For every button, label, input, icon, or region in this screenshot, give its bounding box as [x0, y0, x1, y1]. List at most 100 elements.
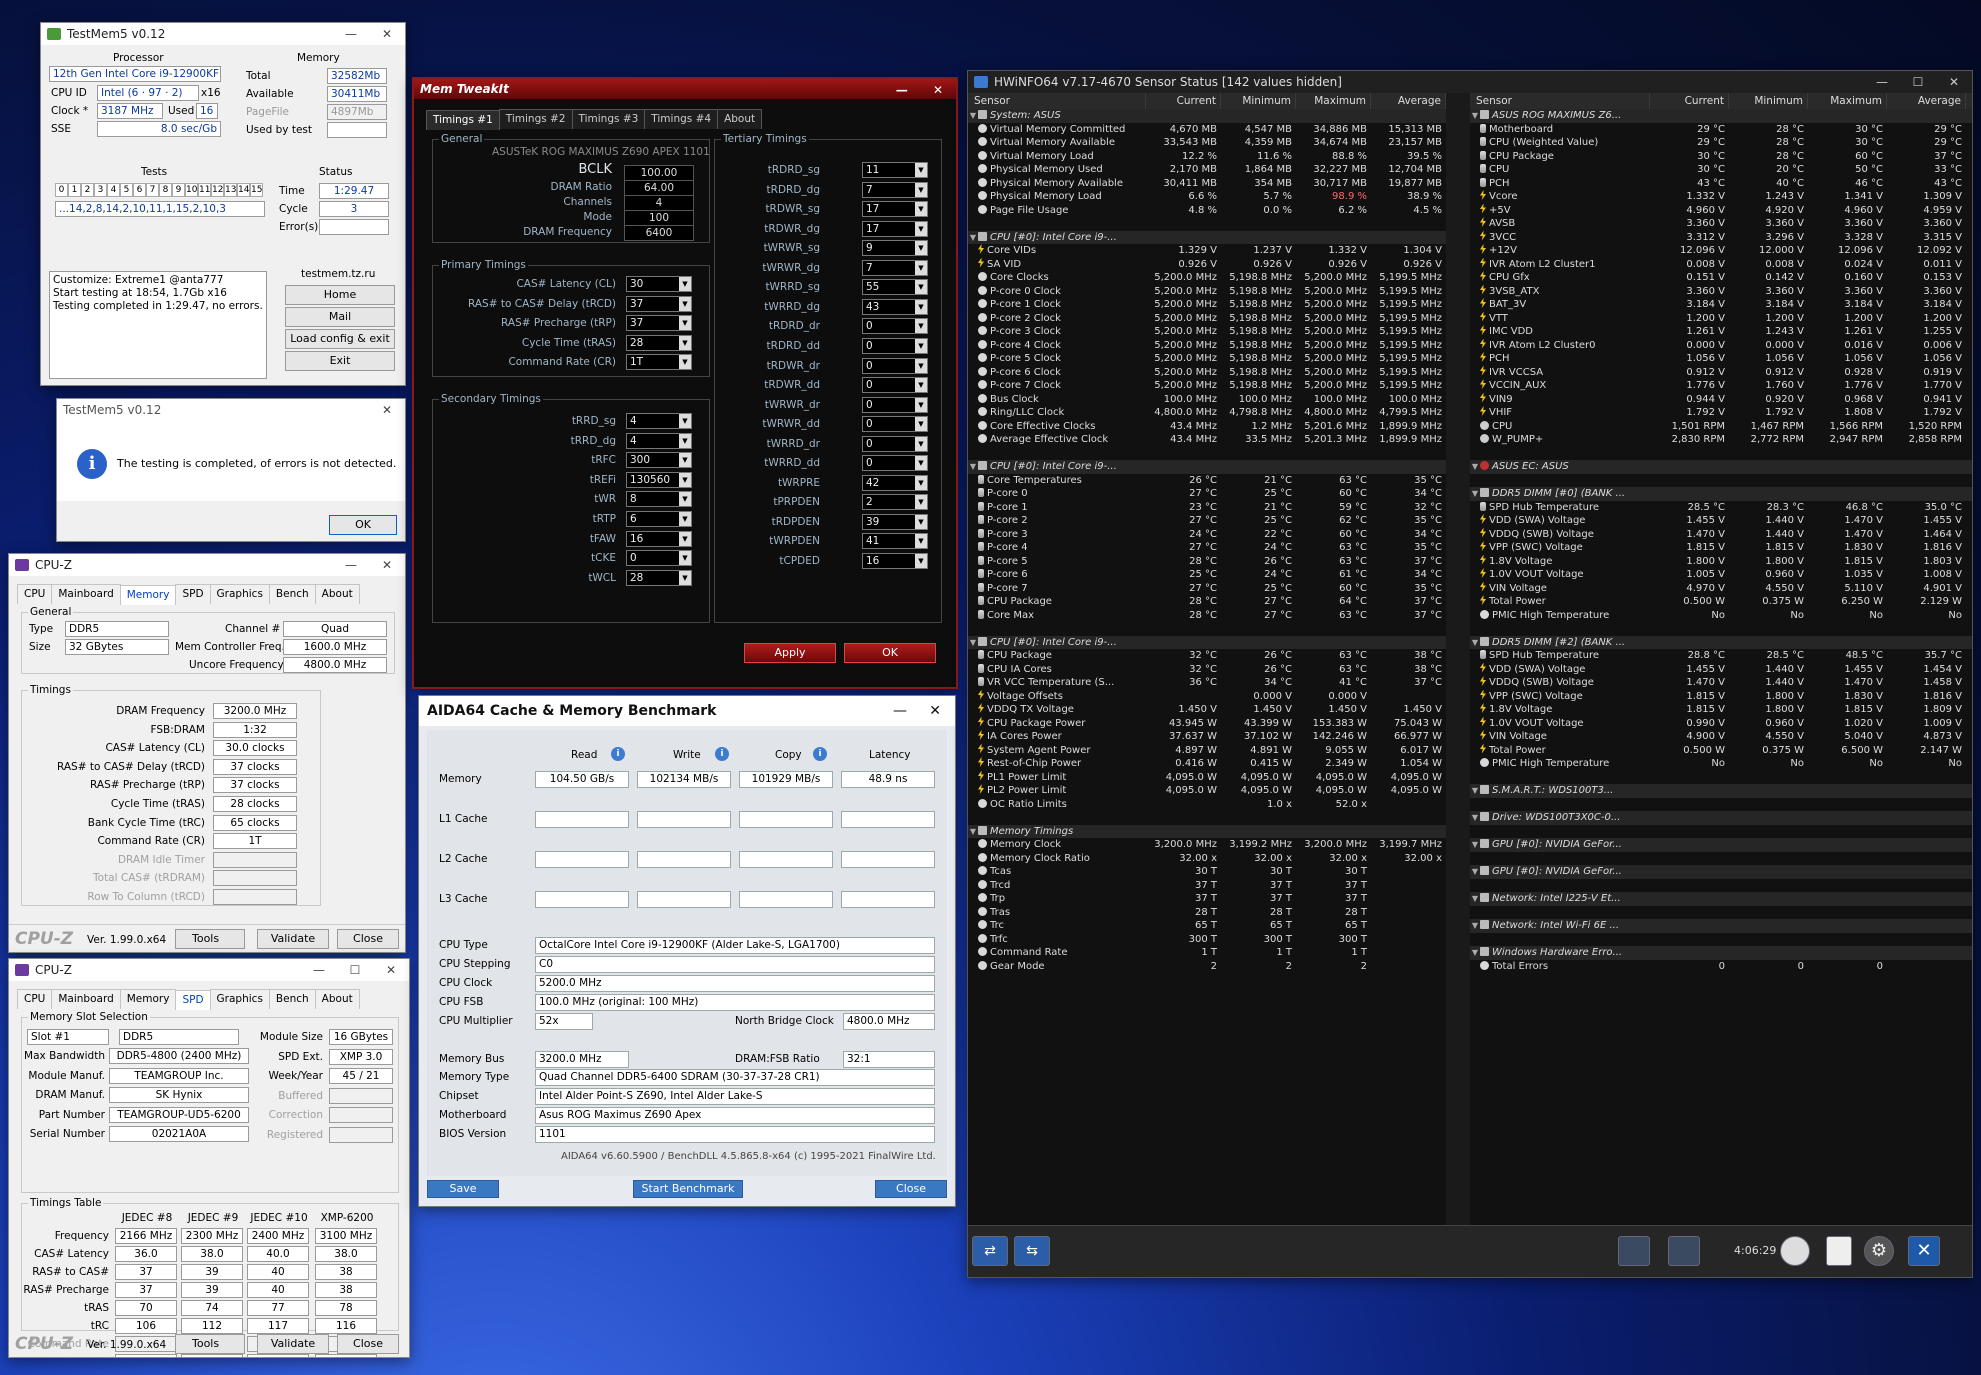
network-icon[interactable]: [1668, 1236, 1700, 1266]
home-button[interactable]: Home: [285, 285, 395, 305]
sensor-row[interactable]: Memory Clock 3,200.0 MHz 3,199.2 MHz 3,200.…: [968, 838, 1446, 852]
log-icon[interactable]: [1826, 1236, 1852, 1266]
close-icon[interactable]: ✕: [929, 696, 941, 726]
sensor-row[interactable]: 3VSB_ATX 3.360 V 3.360 V 3.360 V 3.360 V: [1470, 284, 1972, 299]
sensor-row[interactable]: [1470, 798, 1972, 812]
tab-graphics[interactable]: Graphics: [209, 584, 270, 604]
sensor-group-ddr5-dimm-2-bank[interactable]: ▼ DDR5 DIMM [#2] (BANK ...: [1470, 635, 1972, 650]
minimize-icon[interactable]: —: [884, 79, 920, 101]
secondary-dropdown[interactable]: 16: [626, 530, 692, 547]
tertiary-dropdown[interactable]: 0: [862, 377, 928, 394]
sensor-row[interactable]: CPU Package 28 °C 27 °C 64 °C 37 °C: [968, 595, 1446, 609]
sensor-row[interactable]: [1470, 933, 1972, 947]
tertiary-dropdown[interactable]: 16: [862, 553, 928, 569]
sensor-row[interactable]: P-core 7 27 °C 25 °C 60 °C 35 °C: [968, 582, 1446, 596]
sensor-row[interactable]: IVR Atom L2 Cluster1 0.008 V 0.008 V 0.024 …: [1470, 257, 1972, 272]
tab-timings-3[interactable]: Timings #3: [571, 109, 646, 129]
validate-button[interactable]: Validate: [257, 1334, 329, 1354]
tab-mainboard[interactable]: Mainboard: [51, 989, 121, 1009]
sensor-row[interactable]: P-core 6 Clock 5,200.0 MHz 5,198.8 MHz 5,20…: [968, 366, 1446, 380]
expand-chevron-icon[interactable]: ▼: [1470, 636, 1480, 650]
tertiary-dropdown[interactable]: 2: [862, 494, 928, 511]
sensor-row[interactable]: AVSB 3.360 V 3.360 V 3.360 V 3.360 V: [1470, 217, 1972, 231]
tab-timings-2[interactable]: Timings #2: [498, 109, 573, 129]
testmem5-titlebar[interactable]: TestMem5 v0.12 — ✕: [41, 23, 405, 45]
sensor-row[interactable]: VDD (SWA) Voltage 1.455 V 1.440 V 1.455 V 1.…: [1470, 662, 1972, 677]
dialog-titlebar[interactable]: TestMem5 v0.12 ✕: [57, 399, 405, 421]
sensor-group-gpu-0-nvidia-gefor[interactable]: ▼ GPU [#0]: NVIDIA GeFor...: [1470, 865, 1972, 879]
sensor-row[interactable]: OC Ratio Limits 1.0 x 52.0 x: [968, 798, 1446, 812]
tertiary-dropdown[interactable]: 9: [862, 240, 928, 257]
sensor-row[interactable]: P-core 0 Clock 5,200.0 MHz 5,198.8 MHz 5,20…: [968, 285, 1446, 299]
sensor-row[interactable]: Total Errors 0 0 0: [1470, 960, 1972, 974]
expand-chevron-icon[interactable]: ▼: [968, 231, 978, 245]
sensor-row[interactable]: Trcd 37 T 37 T 37 T: [968, 879, 1446, 893]
tertiary-dropdown[interactable]: 0: [862, 455, 928, 472]
sensor-row[interactable]: CPU Gfx 0.151 V 0.142 V 0.160 V 0.153 V: [1470, 271, 1972, 285]
sensor-row[interactable]: PMIC High Temperature No No No No: [1470, 609, 1972, 623]
sensor-row[interactable]: VDDQ (SWB) Voltage 1.470 V 1.440 V 1.470 V 1…: [1470, 527, 1972, 542]
tab-spd[interactable]: SPD: [175, 584, 211, 604]
sensor-row[interactable]: VIN Voltage 4.900 V 4.550 V 5.040 V 4.873 V: [1470, 730, 1972, 744]
close-icon[interactable]: ✕: [1936, 71, 1972, 93]
sensor-row[interactable]: Memory Clock Ratio 32.00 x 32.00 x 32.00 x 3…: [968, 852, 1446, 866]
sensor-row[interactable]: Rest-of-Chip Power 0.416 W 0.415 W 2.349 W 1…: [968, 757, 1446, 771]
secondary-dropdown[interactable]: 0: [626, 550, 692, 567]
sensor-row[interactable]: Core Clocks 5,200.0 MHz 5,198.8 MHz 5,200.0…: [968, 271, 1446, 285]
sensor-row[interactable]: System Agent Power 4.897 W 4.891 W 9.055 W 6…: [968, 743, 1446, 758]
cpuz-titlebar[interactable]: CPU-Z — ☐ ✕: [9, 959, 409, 981]
memtweakit-titlebar[interactable]: Mem TweakIt — ✕: [414, 79, 956, 99]
log-box[interactable]: Customize: Extreme1 @anta777 Start testi…: [49, 271, 267, 379]
minimize-icon[interactable]: —: [1864, 71, 1900, 93]
sensor-row[interactable]: Command Rate 1 T 1 T 1 T: [968, 946, 1446, 960]
sensor-row[interactable]: Core VIDs 1.329 V 1.237 V 1.332 V 1.304 V: [968, 244, 1446, 258]
secondary-dropdown[interactable]: 4: [626, 413, 692, 429]
site-link[interactable]: testmem.tz.ru: [301, 267, 375, 281]
mail-button[interactable]: Mail: [285, 307, 395, 327]
save-button[interactable]: Save: [427, 1180, 499, 1198]
sensor-row[interactable]: P-core 7 Clock 5,200.0 MHz 5,198.8 MHz 5,20…: [968, 379, 1446, 393]
sensor-row[interactable]: CPU Package 30 °C 28 °C 60 °C 37 °C: [1470, 150, 1972, 164]
secondary-dropdown[interactable]: 130560: [626, 471, 692, 488]
sensor-row[interactable]: 1.8V Voltage 1.800 V 1.800 V 1.815 V 1.803 V: [1470, 554, 1972, 569]
sensor-row[interactable]: VPP (SWC) Voltage 1.815 V 1.815 V 1.830 V 1.…: [1470, 541, 1972, 555]
expand-chevron-icon[interactable]: ▼: [968, 460, 978, 474]
sensor-row[interactable]: P-core 3 Clock 5,200.0 MHz 5,198.8 MHz 5,20…: [968, 325, 1446, 339]
sensor-row[interactable]: [1470, 622, 1972, 636]
sensor-row[interactable]: Virtual Memory Available 33,543 MB 4,359 M…: [968, 136, 1446, 150]
tertiary-dropdown[interactable]: 41: [862, 533, 928, 550]
sensor-row[interactable]: PL1 Power Limit 4,095.0 W 4,095.0 W 4,095.0…: [968, 770, 1446, 785]
sensor-row[interactable]: SPD Hub Temperature 28.8 °C 28.5 °C 48.5 °C…: [1470, 649, 1972, 663]
expand-chevron-icon[interactable]: ▼: [1470, 865, 1480, 879]
primary-dropdown[interactable]: 37: [626, 295, 692, 312]
sensor-row[interactable]: SPD Hub Temperature 28.5 °C 28.3 °C 46.8 °C…: [1470, 501, 1972, 515]
tertiary-dropdown[interactable]: 0: [862, 416, 928, 433]
sensor-group-memory-timings[interactable]: ▼ Memory Timings: [968, 824, 1446, 838]
sensor-row[interactable]: P-core 0 27 °C 25 °C 60 °C 34 °C: [968, 487, 1446, 501]
sensor-row[interactable]: Trc 65 T 65 T 65 T: [968, 919, 1446, 933]
sensor-row[interactable]: VDD (SWA) Voltage 1.455 V 1.440 V 1.470 V 1.…: [1470, 514, 1972, 528]
sensor-row[interactable]: PCH 1.056 V 1.056 V 1.056 V 1.056 V: [1470, 352, 1972, 366]
sensor-row[interactable]: CPU 1,501 RPM 1,467 RPM 1,566 RPM 1,520 RPM: [1470, 420, 1972, 434]
tab-bench[interactable]: Bench: [268, 989, 316, 1009]
sensor-row[interactable]: 1.8V Voltage 1.815 V 1.800 V 1.815 V 1.809 V: [1470, 703, 1972, 717]
sensor-group-gpu-0-nvidia-gefor[interactable]: ▼ GPU [#0]: NVIDIA GeFor...: [1470, 838, 1972, 852]
expand-chevron-icon[interactable]: ▼: [1470, 487, 1480, 501]
sensor-row[interactable]: Bus Clock 100.0 MHz 100.0 MHz 100.0 MHz 100.…: [968, 393, 1446, 407]
secondary-dropdown[interactable]: 8: [626, 491, 692, 508]
sensor-row[interactable]: VPP (SWC) Voltage 1.815 V 1.800 V 1.830 V 1.…: [1470, 689, 1972, 704]
tab-cpu[interactable]: CPU: [17, 584, 53, 604]
sensor-group-network-intel-i225-v-et[interactable]: ▼ Network: Intel I225-V Et...: [1470, 892, 1972, 906]
sensor-row[interactable]: [1470, 771, 1972, 785]
sensor-row[interactable]: Gear Mode 2 2 2: [968, 960, 1446, 974]
sensor-row[interactable]: P-core 4 27 °C 24 °C 63 °C 35 °C: [968, 541, 1446, 555]
sensor-row[interactable]: VIN9 0.944 V 0.920 V 0.968 V 0.941 V: [1470, 392, 1972, 407]
sensor-row[interactable]: Average Effective Clock 43.4 MHz 33.5 MHz 5…: [968, 433, 1446, 447]
expand-chevron-icon[interactable]: ▼: [1470, 919, 1480, 933]
sensor-row[interactable]: [1470, 879, 1972, 893]
sensor-row[interactable]: [968, 811, 1446, 825]
sensor-row[interactable]: P-core 6 25 °C 24 °C 61 °C 34 °C: [968, 568, 1446, 582]
sensor-row[interactable]: CPU Package Power 43.945 W 43.399 W 153.383…: [968, 716, 1446, 731]
report-icon[interactable]: [1618, 1236, 1650, 1266]
sensor-row[interactable]: VDDQ (SWB) Voltage 1.470 V 1.440 V 1.470 V 1…: [1470, 676, 1972, 690]
